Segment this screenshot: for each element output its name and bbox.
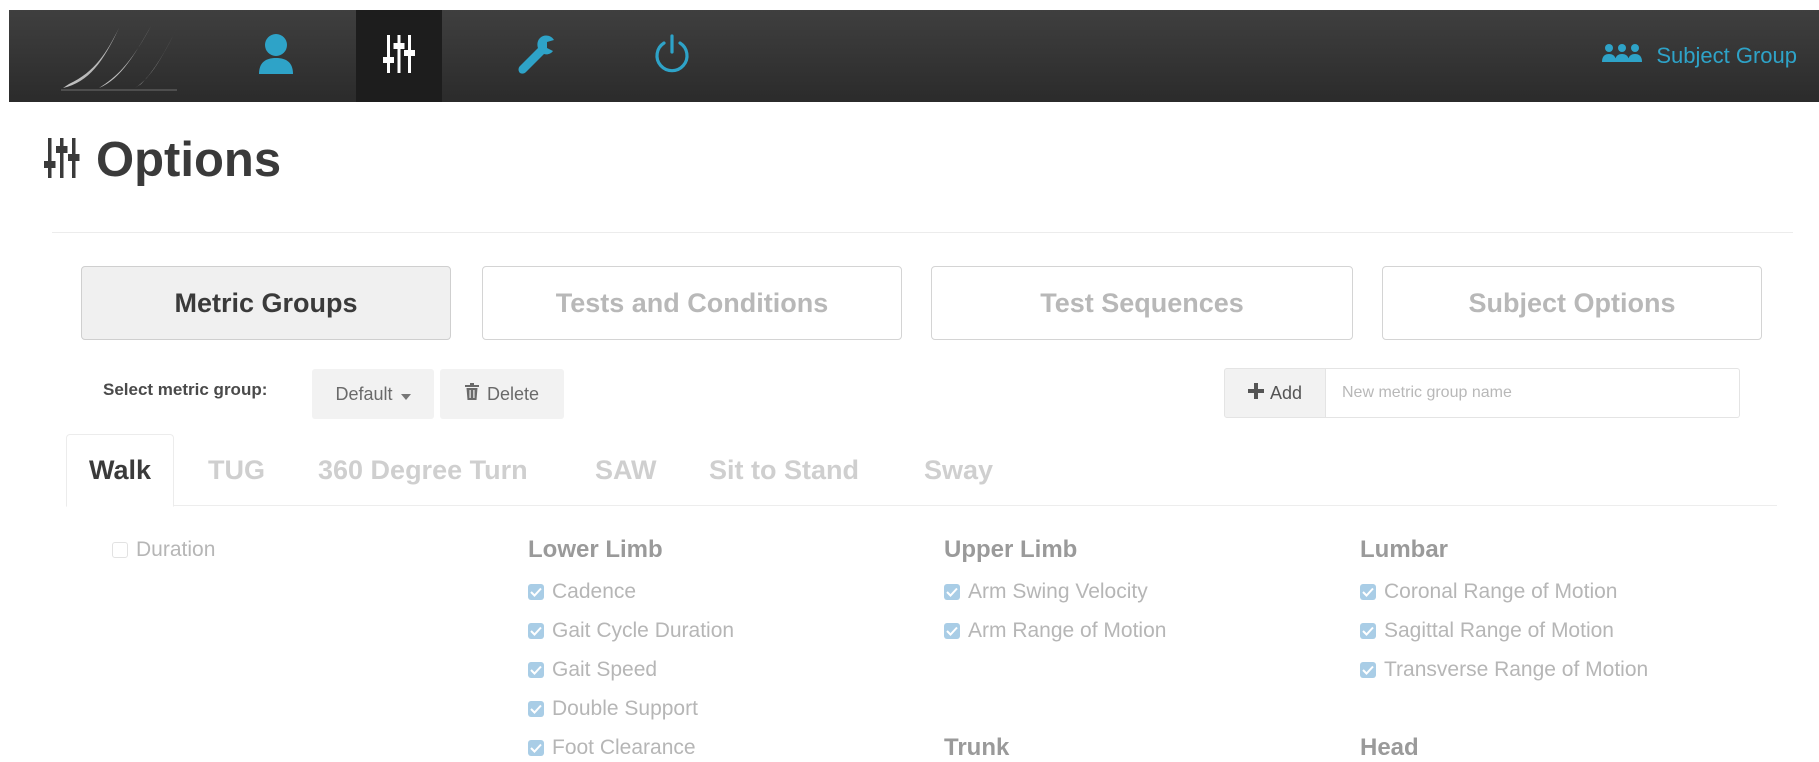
metric-checkbox-sagittal-range-of-motion[interactable]: Sagittal Range of Motion [1360, 619, 1614, 643]
power-icon [653, 33, 691, 79]
select-metric-group-label: Select metric group: [103, 380, 268, 399]
metric-checkbox-coronal-range-of-motion[interactable]: Coronal Range of Motion [1360, 580, 1617, 604]
tab-metric-groups[interactable]: Metric Groups [81, 266, 451, 340]
test-tab-label: TUG [208, 454, 265, 485]
checkbox-checked-icon [1360, 662, 1376, 678]
metric-label: Duration [136, 538, 216, 561]
metric-label: Sagittal Range of Motion [1384, 619, 1614, 642]
metric-checkbox-arm-range-of-motion[interactable]: Arm Range of Motion [944, 619, 1166, 643]
add-metric-group-button[interactable]: Add [1224, 368, 1326, 418]
metric-label: Gait Cycle Duration [552, 619, 735, 642]
metric-label: Cadence [552, 580, 637, 603]
metric-checkbox-arm-swing-velocity[interactable]: Arm Swing Velocity [944, 580, 1148, 604]
plus-icon [1247, 382, 1264, 404]
metric-checkbox-duration[interactable]: Duration [112, 538, 215, 562]
nav-tools-button[interactable] [494, 10, 580, 102]
checkbox-checked-icon [1360, 623, 1376, 639]
tab-label: Test Sequences [1040, 287, 1244, 318]
test-tab-label: Sit to Stand [709, 454, 859, 485]
subject-group-label: Subject Group [1656, 43, 1797, 68]
add-label: Add [1269, 382, 1303, 403]
users-icon [1600, 42, 1644, 70]
tab-label: Subject Options [1468, 287, 1676, 318]
group-title-upper-limb: Upper Limb [944, 536, 1078, 563]
header-divider [52, 232, 1793, 233]
test-tabs: Walk TUG 360 Degree Turn SAW Sit to Stan… [66, 434, 1777, 507]
page-header: Options [44, 132, 281, 188]
metric-checkbox-cadence[interactable]: Cadence [528, 580, 636, 604]
metric-label: Foot Clearance [552, 736, 696, 759]
subject-group-button[interactable]: Subject Group [1600, 10, 1797, 102]
group-title-lumbar: Lumbar [1360, 536, 1449, 563]
user-icon [258, 33, 294, 80]
wrench-icon [518, 34, 556, 79]
metric-label: Gait Speed [552, 658, 658, 681]
test-tab-label: Walk [89, 455, 152, 485]
checkbox-checked-icon [528, 662, 544, 678]
tab-subject-options[interactable]: Subject Options [1382, 266, 1762, 340]
metric-label: Coronal Range of Motion [1384, 580, 1618, 603]
checkbox-checked-icon [1360, 584, 1376, 600]
test-tab-label: SAW [595, 454, 657, 485]
group-title-head: Head [1360, 734, 1419, 761]
metric-checkbox-double-support[interactable]: Double Support [528, 697, 698, 721]
tab-tests-and-conditions[interactable]: Tests and Conditions [482, 266, 902, 340]
metric-checkbox-gait-cycle-duration[interactable]: Gait Cycle Duration [528, 619, 734, 643]
checkbox-checked-icon [944, 623, 960, 639]
test-tab-tug[interactable]: TUG [208, 434, 265, 506]
group-title-trunk: Trunk [944, 734, 1010, 761]
metric-label: Arm Swing Velocity [968, 580, 1148, 603]
sliders-icon [44, 137, 80, 183]
group-title-lower-limb: Lower Limb [528, 536, 663, 563]
test-tab-walk[interactable]: Walk [66, 434, 175, 507]
new-metric-group-name-input[interactable] [1326, 368, 1740, 418]
metric-group-dropdown[interactable]: Default [312, 369, 434, 419]
metric-label: Double Support [552, 697, 698, 720]
frame-top [0, 0, 1819, 10]
tab-label: Tests and Conditions [555, 287, 829, 318]
sliders-icon [383, 34, 415, 78]
caret-down-icon [400, 384, 411, 405]
page-title: Options [96, 133, 282, 187]
nav-options-button[interactable] [356, 10, 442, 102]
nav-power-button[interactable] [629, 10, 715, 102]
checkbox-unchecked-icon [112, 542, 128, 558]
delete-button[interactable]: Delete [440, 369, 564, 419]
checkbox-checked-icon [528, 623, 544, 639]
checkbox-checked-icon [528, 740, 544, 756]
test-tab-sway[interactable]: Sway [924, 434, 993, 506]
checkbox-checked-icon [528, 584, 544, 600]
tab-label: Metric Groups [174, 287, 358, 318]
test-tab-label: Sway [924, 454, 994, 485]
metric-checkbox-transverse-range-of-motion[interactable]: Transverse Range of Motion [1360, 658, 1648, 682]
navbar: Subject Group [9, 10, 1819, 102]
trash-icon [464, 383, 479, 405]
checkbox-checked-icon [528, 701, 544, 717]
checkbox-checked-icon [944, 584, 960, 600]
metric-label: Arm Range of Motion [968, 619, 1167, 642]
metric-checkbox-foot-clearance[interactable]: Foot Clearance [528, 736, 696, 760]
app-logo[interactable] [59, 22, 179, 92]
test-tab-saw[interactable]: SAW [595, 434, 657, 506]
frame-left [0, 0, 9, 762]
tab-test-sequences[interactable]: Test Sequences [931, 266, 1353, 340]
dropdown-selected-value: Default [335, 383, 393, 404]
delete-label: Delete [486, 383, 540, 404]
test-tab-sit-to-stand[interactable]: Sit to Stand [709, 434, 859, 506]
test-tab-label: 360 Degree Turn [318, 454, 528, 485]
test-tab-360-degree-turn[interactable]: 360 Degree Turn [318, 434, 528, 506]
metric-label: Transverse Range of Motion [1384, 658, 1649, 681]
metric-checkbox-gait-speed[interactable]: Gait Speed [528, 658, 657, 682]
nav-profile-button[interactable] [233, 10, 319, 102]
